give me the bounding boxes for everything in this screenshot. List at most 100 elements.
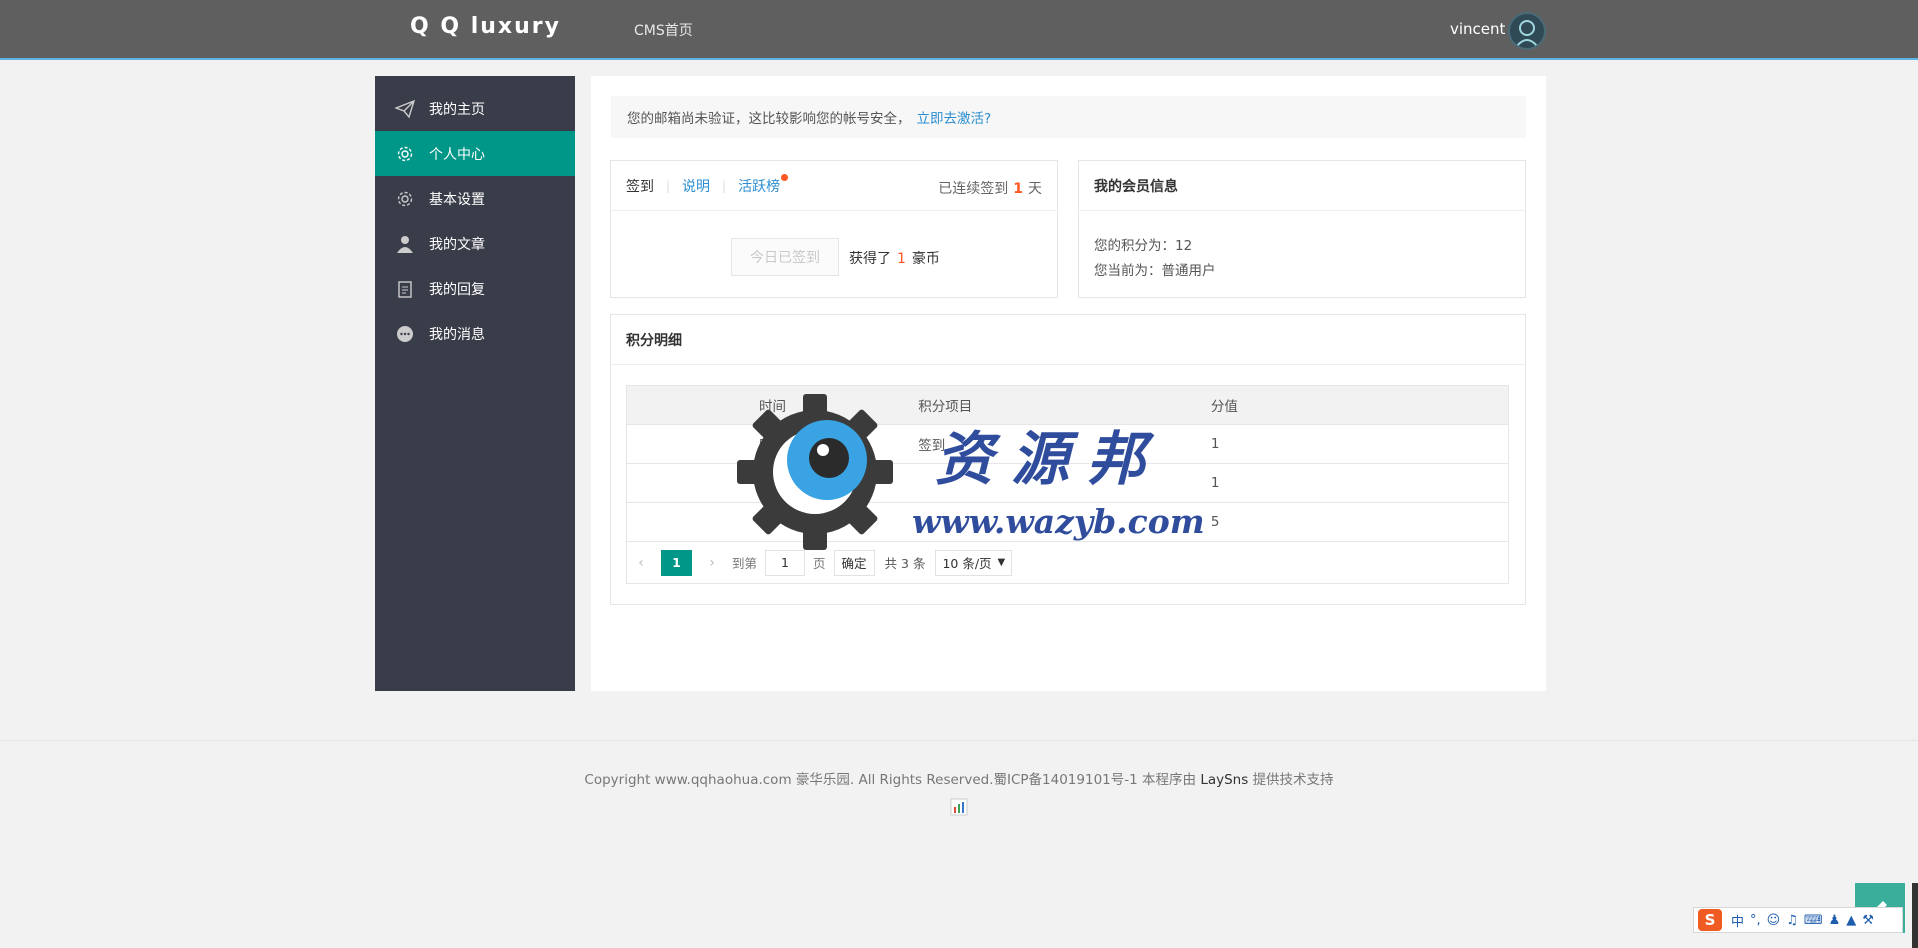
page-size-value: 10 条/页 [942,556,992,571]
tab-divider: | [666,178,671,193]
cell-item [918,463,1211,503]
sidebar-item-replies[interactable]: 我的回复 [375,266,575,311]
next-page-icon[interactable]: › [698,555,726,571]
footer: Copyright www.qqhaohua.com 豪华乐园. All Rig… [0,768,1918,788]
sidebar-item-label: 个人中心 [429,146,485,163]
current-page-button[interactable]: 1 [661,549,692,576]
ime-toolbar: S 中 °, ☺ ♫ ⌨ ♟ ▲ ⚒ [1693,907,1903,933]
page-size-select[interactable]: 10 条/页 ▼ [935,549,1013,576]
tab-divider: | [722,178,727,193]
username[interactable]: vincent [1450,20,1505,38]
ime-logo[interactable]: S [1698,909,1722,931]
streak-days: 1 [1013,181,1023,197]
goto-confirm-button[interactable]: 确定 [833,549,875,576]
sidebar-item-settings[interactable]: 基本设置 [375,176,575,221]
microphone-icon[interactable]: ♫ [1786,913,1798,928]
notice-text: 您的邮箱尚未验证，这比较影响您的帐号安全， [627,111,911,127]
total-count: 共 3 条 [884,556,926,571]
signed-today-button[interactable]: 今日已签到 [731,238,839,276]
signin-card-header: 签到 | 说明 | 活跃榜 已连续签到 1 天 [611,161,1057,211]
reward-prefix: 获得了 [849,251,891,267]
sidebar-item-label: 基本设置 [429,191,485,208]
cell-value: 1 [1210,424,1509,464]
table-row: 刚刚 1 [626,463,1509,503]
page-label: 页 [813,556,826,571]
signin-card: 签到 | 说明 | 活跃榜 已连续签到 1 天 今日已签到 获得了 1 豪币 [610,160,1058,298]
user-icon[interactable]: ♟ [1829,913,1841,928]
ime-mode[interactable]: 中 [1731,911,1744,930]
table-header-row: 时间 积分项目 分值 [626,385,1509,425]
activate-link[interactable]: 立即去激活? [917,107,992,127]
column-header-item: 积分项目 [918,385,1211,425]
column-header-time: 时间 [626,385,919,425]
tab-signin[interactable]: 签到 [626,176,654,196]
level-value: 普通用户 [1161,263,1216,279]
footer-brand-link[interactable]: LaySns [1200,772,1248,788]
cell-value: 5 [1210,502,1509,542]
chat-bubble-icon [395,324,415,344]
cell-time: 刚刚 [626,424,919,464]
pagination: ‹ 1 › 到第 1 页 确定 共 3 条 10 条/页 ▼ [626,542,1509,584]
clipboard-icon [395,279,415,299]
reward-suffix: 豪币 [911,251,940,267]
wrench-icon[interactable]: ⚒ [1862,913,1874,928]
scrollbar-edge [1912,883,1918,948]
gear-icon [395,144,415,164]
top-header: Q Q luxury CMS首页 vincent [0,0,1918,60]
cell-time: 刚刚 [626,463,919,503]
statistics-icon[interactable] [950,798,968,816]
sidebar-item-label: 我的回复 [429,281,485,298]
tab-help[interactable]: 说明 [682,176,710,196]
sidebar-item-label: 我的主页 [429,101,485,118]
cell-item [918,502,1211,542]
points-card-title: 积分明细 [611,315,1525,365]
goto-page-input[interactable]: 1 [765,549,806,576]
nav-cms-home[interactable]: CMS首页 [634,20,693,40]
footer-copyright: Copyright www.qqhaohua.com 豪华乐园. All Rig… [584,772,1197,788]
punctuation-icon[interactable]: °, [1750,913,1761,928]
site-logo[interactable]: Q Q luxury [410,14,561,39]
sidebar-item-label: 我的文章 [429,236,485,253]
user-icon [395,234,415,254]
points-table: 时间 积分项目 分值 刚刚 签到 1 刚刚 1 5 [626,385,1509,542]
points-value: 12 [1175,238,1193,254]
keyboard-icon[interactable]: ⌨ [1804,913,1823,928]
sidebar-item-label: 我的消息 [429,326,485,343]
cell-item: 签到 [918,424,1211,464]
sidebar-item-articles[interactable]: 我的文章 [375,221,575,266]
footer-suffix: 提供技术支持 [1252,772,1334,788]
points-label: 您的积分为： [1094,238,1175,254]
table-row: 刚刚 签到 1 [626,424,1509,464]
member-points: 您的积分为：12 [1094,234,1192,254]
paper-plane-icon [395,99,415,119]
points-detail-card: 积分明细 时间 积分项目 分值 刚刚 签到 1 刚刚 1 5 ‹ 1 › 到第 … [610,314,1526,605]
sidebar-item-home[interactable]: 我的主页 [375,86,575,131]
member-info-card: 我的会员信息 您的积分为：12 您当前为：普通用户 [1078,160,1526,298]
reward-amount: 1 [897,251,906,267]
member-card-title: 我的会员信息 [1079,161,1525,211]
email-verify-notice: 您的邮箱尚未验证，这比较影响您的帐号安全， 立即去激活? [611,96,1526,138]
streak-suffix: 天 [1028,181,1042,197]
sidebar-item-personal-center[interactable]: 个人中心 [375,131,575,176]
main-panel: 您的邮箱尚未验证，这比较影响您的帐号安全， 立即去激活? 签到 | 说明 | 活… [591,76,1546,691]
goto-label: 到第 [732,556,758,571]
column-header-value: 分值 [1210,385,1509,425]
tab-rank[interactable]: 活跃榜 [738,176,780,196]
member-card-body: 您的积分为：12 您当前为：普通用户 [1079,212,1525,297]
footer-divider [0,740,1918,741]
streak-prefix: 已连续签到 [938,181,1009,197]
table-row: 5 [626,502,1509,542]
avatar-image-icon [1516,20,1538,47]
cell-time [626,502,919,542]
avatar[interactable] [1508,12,1546,50]
signin-reward: 获得了 1 豪币 [849,248,940,268]
skin-shirt-icon[interactable]: ▲ [1846,913,1856,928]
dropdown-arrow-icon: ▼ [997,557,1006,568]
member-level: 您当前为：普通用户 [1094,259,1216,279]
signin-streak: 已连续签到 1 天 [938,178,1042,198]
prev-page-icon[interactable]: ‹ [627,555,655,571]
gear-icon [395,189,415,209]
sidebar-item-messages[interactable]: 我的消息 [375,311,575,356]
emoji-icon[interactable]: ☺ [1767,913,1781,928]
sidebar: 我的主页 个人中心 基本设置 我的文章 我的回复 我的消息 [375,76,575,691]
